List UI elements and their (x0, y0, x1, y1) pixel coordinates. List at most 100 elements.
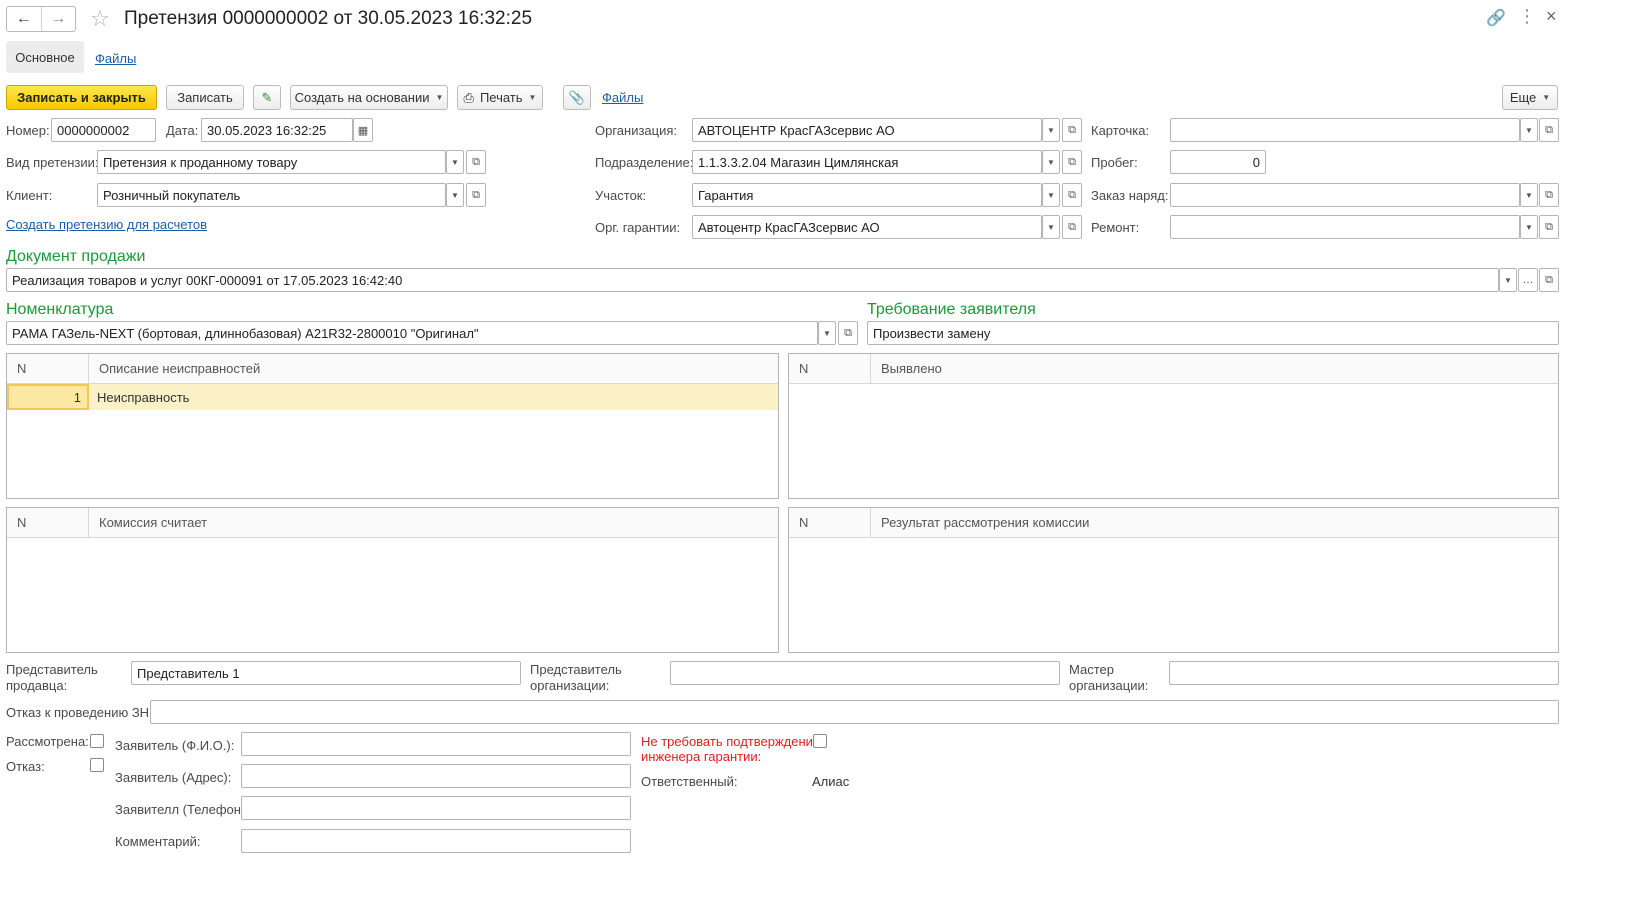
found-table[interactable]: N Выявлено (788, 353, 1559, 499)
applicant-phone-input[interactable] (241, 796, 631, 820)
dept-input[interactable]: 1.1.3.3.2.04 Магазин Цимлянская (692, 150, 1042, 174)
work-order-label: Заказ наряд: (1091, 188, 1169, 203)
claim-type-label: Вид претензии: (6, 155, 99, 170)
paperclip-icon[interactable]: 📎 (563, 85, 591, 110)
mileage-input[interactable]: 0 (1170, 150, 1266, 174)
edit-green-icon[interactable]: ✎ (253, 85, 281, 110)
col-desc[interactable]: Результат рассмотрения комиссии (871, 508, 1089, 537)
arrow-right-icon[interactable]: → (40, 7, 76, 31)
files-link[interactable]: Файлы (602, 90, 643, 105)
star-icon[interactable]: ☆ (90, 6, 110, 32)
seller-rep-input[interactable]: Представитель 1 (131, 661, 521, 685)
col-desc[interactable]: Выявлено (871, 354, 942, 383)
result-table[interactable]: N Результат рассмотрения комиссии (788, 507, 1559, 653)
applicant-address-input[interactable] (241, 764, 631, 788)
open-icon[interactable]: ⧉ (838, 321, 858, 345)
tab-files[interactable]: Файлы (95, 51, 136, 66)
col-n[interactable]: N (789, 354, 871, 383)
col-desc[interactable]: Комиссия считает (89, 508, 207, 537)
dropdown-icon[interactable]: ▼ (1042, 215, 1060, 239)
col-n[interactable]: N (789, 508, 871, 537)
caret-down-icon: ▼ (1542, 93, 1551, 102)
open-icon[interactable]: ⧉ (1539, 215, 1559, 239)
claim-type-input[interactable]: Претензия к проданному товару (97, 150, 446, 174)
row-text[interactable]: Неисправность (89, 384, 189, 410)
dropdown-icon[interactable]: ▼ (1520, 215, 1538, 239)
create-based-button[interactable]: Создать на основании ▼ (290, 85, 448, 110)
more-vertical-icon[interactable]: ⋮ (1518, 6, 1536, 27)
reviewed-checkbox[interactable] (90, 734, 104, 748)
col-n[interactable]: N (7, 508, 89, 537)
dropdown-icon[interactable]: ▼ (1520, 118, 1538, 142)
nav-buttons: ← → (6, 6, 76, 32)
repair-input[interactable] (1170, 215, 1520, 239)
printer-icon: ⎙ (463, 89, 474, 105)
sale-doc-input[interactable]: Реализация товаров и услуг 00КГ-000091 о… (6, 268, 1499, 292)
open-icon[interactable]: ⧉ (466, 150, 486, 174)
open-icon[interactable]: ⧉ (1539, 183, 1559, 207)
dropdown-icon[interactable]: ▼ (446, 183, 464, 207)
open-icon[interactable]: ⧉ (1062, 215, 1082, 239)
master-input[interactable] (1169, 661, 1559, 685)
org-input[interactable]: АВТОЦЕНТР КрасГАЗсервис АО (692, 118, 1042, 142)
dropdown-icon[interactable]: ▼ (1499, 268, 1517, 292)
comment-input[interactable] (241, 829, 631, 853)
col-n[interactable]: N (7, 354, 89, 383)
number-input[interactable]: 0000000002 (51, 118, 156, 142)
create-claim-link[interactable]: Создать претензию для расчетов (6, 217, 207, 232)
print-button[interactable]: ⎙ Печать ▼ (457, 85, 543, 110)
refuse-label: Отказ: (6, 759, 45, 774)
dropdown-icon[interactable]: ▼ (1042, 118, 1060, 142)
open-icon[interactable]: ⧉ (1062, 150, 1082, 174)
print-label: Печать (479, 90, 523, 105)
dropdown-icon[interactable]: ▼ (1520, 183, 1538, 207)
no-confirm-checkbox[interactable] (813, 734, 827, 748)
open-icon[interactable]: ⧉ (1062, 183, 1082, 207)
nomenclature-heading: Номенклатура (6, 301, 114, 318)
dropdown-icon[interactable]: ▼ (446, 150, 464, 174)
save-close-button[interactable]: Записать и закрыть (6, 85, 157, 110)
applicant-name-label: Заявитель (Ф.И.О.): (115, 738, 235, 753)
seller-rep-label: Представитель продавца: (6, 662, 98, 694)
refuse-checkbox[interactable] (90, 758, 104, 772)
work-order-input[interactable] (1170, 183, 1520, 207)
date-input[interactable]: 30.05.2023 16:32:25 (201, 118, 353, 142)
commission-table[interactable]: N Комиссия считает (6, 507, 779, 653)
requirement-input[interactable]: Произвести замену (867, 321, 1559, 345)
applicant-address-label: Заявитель (Адрес): (115, 770, 232, 785)
save-button[interactable]: Записать (166, 85, 244, 110)
open-icon[interactable]: ⧉ (1539, 118, 1559, 142)
close-icon[interactable]: × (1546, 6, 1557, 27)
warranty-org-input[interactable]: Автоцентр КрасГАЗсервис АО (692, 215, 1042, 239)
calendar-icon[interactable]: ▦ (353, 118, 373, 142)
open-icon[interactable]: ⧉ (466, 183, 486, 207)
nomenclature-input[interactable]: РАМА ГАЗель-NEXT (бортовая, длиннобазова… (6, 321, 818, 345)
client-input[interactable]: Розничный покупатель (97, 183, 446, 207)
more-button[interactable]: Еще ▼ (1502, 85, 1558, 110)
seller-rep-label-line1: Представитель (6, 662, 98, 677)
select-ellipsis-icon[interactable]: … (1518, 268, 1538, 292)
tab-main[interactable]: Основное (6, 41, 84, 73)
link-icon[interactable]: 🔗 (1486, 8, 1506, 28)
responsible-value: Алиас (812, 774, 850, 789)
open-icon[interactable]: ⧉ (1539, 268, 1559, 292)
number-label: Номер: (6, 123, 50, 138)
applicant-name-input[interactable] (241, 732, 631, 756)
open-icon[interactable]: ⧉ (1062, 118, 1082, 142)
col-desc[interactable]: Описание неисправностей (89, 354, 260, 383)
dropdown-icon[interactable]: ▼ (818, 321, 836, 345)
dropdown-icon[interactable]: ▼ (1042, 183, 1060, 207)
area-input[interactable]: Гарантия (692, 183, 1042, 207)
arrow-left-icon[interactable]: ← (7, 7, 41, 31)
applicant-phone-label: Заявителл (Телефон): (115, 802, 249, 817)
faults-table[interactable]: N Описание неисправностей 1 Неисправност… (6, 353, 779, 499)
dropdown-icon[interactable]: ▼ (1042, 150, 1060, 174)
card-input[interactable] (1170, 118, 1520, 142)
master-label-line1: Мастер (1069, 662, 1114, 677)
table-row[interactable]: 1 Неисправность (7, 384, 778, 410)
org-rep-input[interactable] (670, 661, 1060, 685)
row-number[interactable]: 1 (7, 384, 89, 410)
table-header: N Описание неисправностей (7, 354, 778, 384)
refusal-input[interactable] (150, 700, 1559, 724)
caret-down-icon: ▼ (435, 93, 444, 102)
